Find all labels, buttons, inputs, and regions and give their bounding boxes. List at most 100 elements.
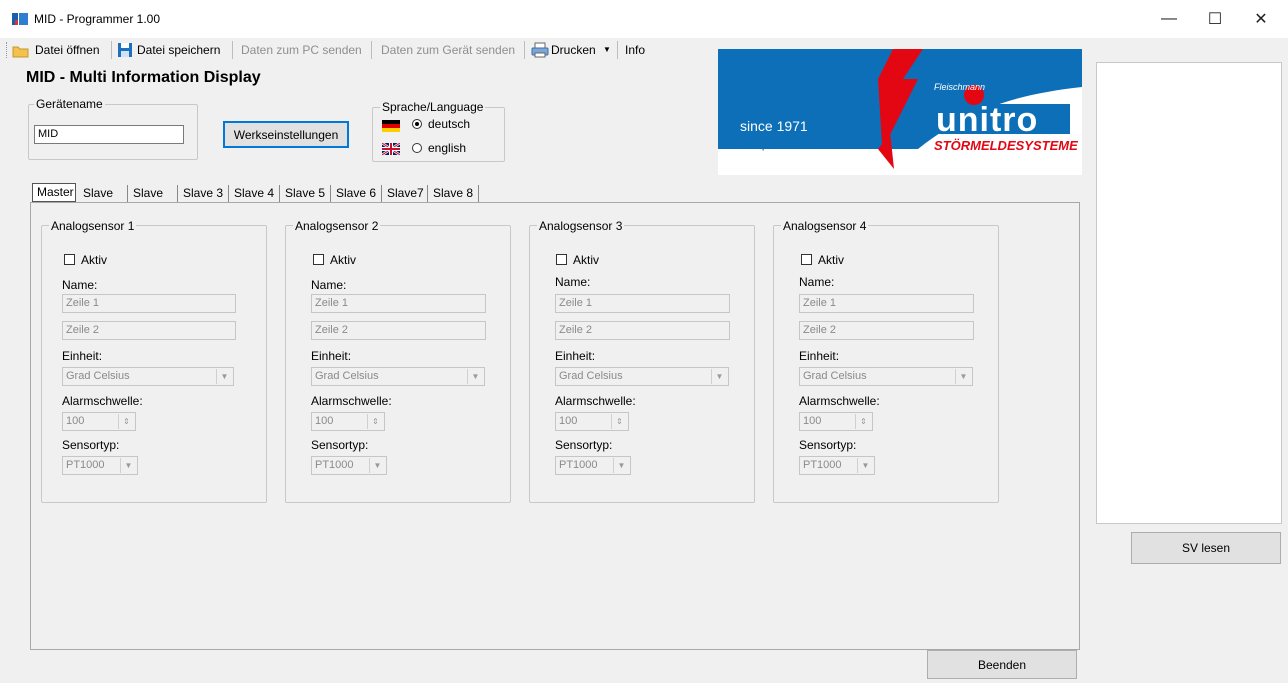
sensor-3-active-checkbox[interactable] [556,254,567,265]
tab-slave-8[interactable]: Slave 8 [429,185,479,202]
sensor-2-active-checkbox[interactable] [313,254,324,265]
sensor-4-line2-input[interactable]: Zeile 2 [799,321,974,340]
sensor-3-alarm-label: Alarmschwelle: [555,394,636,408]
logo-registered: ® [1059,88,1066,98]
deutsch-label: deutsch [428,117,471,131]
tab-slave-4[interactable]: Slave 4 [230,185,280,202]
analog-sensor-1-title: Analogsensor 1 [49,219,137,233]
logo-subbrand: STÖRMELDESYSTEME [934,138,1078,153]
toolbar-separator [232,41,233,59]
tab-master[interactable]: Master [32,183,76,202]
sensor-2-unit-select[interactable]: Grad Celsius ▼ [311,367,485,386]
sensor-2-unit-value: Grad Celsius [315,370,379,382]
sensor-3-unit-select[interactable]: Grad Celsius ▼ [555,367,729,386]
sensor-4-unit-select[interactable]: Grad Celsius ▼ [799,367,973,386]
sensor-1-line1-input[interactable]: Zeile 1 [62,294,236,313]
sensor-2-name-label: Name: [311,278,347,292]
english-radio[interactable] [412,143,422,153]
sensor-4-type-value: PT1000 [803,459,842,471]
uk-flag-icon [381,141,401,158]
close-button[interactable]: ✕ [1238,0,1284,38]
sensor-1-unit-select[interactable]: Grad Celsius ▼ [62,367,234,386]
sensor-1-type-label: Sensortyp: [62,438,120,452]
sensor-2-line1-input[interactable]: Zeile 1 [311,294,486,313]
sensor-1-alarm-label: Alarmschwelle: [62,394,143,408]
sensor-3-type-value: PT1000 [559,459,598,471]
sensor-3-unit-value: Grad Celsius [559,370,623,382]
open-file-button[interactable]: Datei öffnen [35,42,100,58]
chevron-down-icon: ▼ [467,369,483,384]
spin-icon: ⇕ [118,414,134,429]
sensor-4-alarm-label: Alarmschwelle: [799,394,880,408]
sensor-1-active-checkbox[interactable] [64,254,75,265]
sensor-3-unit-label: Einheit: [555,349,596,363]
info-button[interactable]: Info [625,42,645,58]
title-bar [0,0,1288,38]
sensor-1-line2-input[interactable]: Zeile 2 [62,321,236,340]
sensor-2-alarm-stepper[interactable]: 100 ⇕ [311,412,385,431]
floppy-icon [117,42,133,61]
sensor-2-alarm-label: Alarmschwelle: [311,394,392,408]
tab-slave-6[interactable]: Slave 6 [332,185,382,202]
sensor-4-active-checkbox[interactable] [801,254,812,265]
sensor-3-line2-input[interactable]: Zeile 2 [555,321,730,340]
sensor-4-alarm-stepper[interactable]: 100 ⇕ [799,412,873,431]
sensor-3-type-label: Sensortyp: [555,438,613,452]
toolbar-separator [524,41,525,59]
sensor-2-type-select[interactable]: PT1000 ▼ [311,456,387,475]
logo-since: since 1971 [740,118,808,134]
sensor-3-alarm-value: 100 [559,415,578,427]
logo-brand: unitro [936,101,1039,139]
logo-tagline: the power to control [740,136,855,151]
chevron-down-icon: ▼ [613,458,629,473]
right-list-panel[interactable] [1096,62,1282,524]
tab-slave-7[interactable]: Slave7 [383,185,428,202]
sensor-1-unit-label: Einheit: [62,349,103,363]
minimize-button[interactable]: — [1146,0,1192,38]
device-name-group-label: Gerätename [34,97,105,111]
page-title: MID - Multi Information Display [26,69,261,86]
deutsch-radio[interactable] [412,119,422,129]
sensor-4-alarm-value: 100 [803,415,822,427]
save-file-button[interactable]: Datei speichern [137,42,220,58]
chevron-down-icon: ▼ [603,45,611,54]
analog-sensor-4-title: Analogsensor 4 [781,219,869,233]
sensor-4-unit-value: Grad Celsius [803,370,867,382]
tab-slave-3[interactable]: Slave 3 [179,185,229,202]
sensor-4-line1-input[interactable]: Zeile 1 [799,294,974,313]
read-sv-button[interactable]: SV lesen [1131,532,1281,564]
exit-button[interactable]: Beenden [927,650,1077,679]
chevron-down-icon: ▼ [216,369,232,384]
sensor-3-alarm-stepper[interactable]: 100 ⇕ [555,412,629,431]
sensor-1-unit-value: Grad Celsius [66,370,130,382]
sensor-2-unit-label: Einheit: [311,349,352,363]
sensor-3-active-label: Aktiv [573,253,600,267]
factory-settings-button[interactable]: Werkseinstellungen [223,121,349,148]
maximize-button[interactable]: ☐ [1192,0,1238,38]
sensor-1-alarm-stepper[interactable]: 100 ⇕ [62,412,136,431]
printer-icon [531,42,549,61]
sensor-1-type-select[interactable]: PT1000 ▼ [62,456,138,475]
sensor-3-type-select[interactable]: PT1000 ▼ [555,456,631,475]
sensor-2-line2-input[interactable]: Zeile 2 [311,321,486,340]
print-dropdown[interactable]: Drucken [551,42,596,58]
send-to-device-button[interactable]: Daten zum Gerät senden [381,42,515,58]
unitro-logo: Fleischmann ® unitro since 1971 the powe… [718,49,1082,175]
sensor-4-type-select[interactable]: PT1000 ▼ [799,456,875,475]
toolbar-separator [617,41,618,59]
sensor-3-name-label: Name: [555,275,591,289]
sensor-4-unit-label: Einheit: [799,349,840,363]
spin-icon: ⇕ [855,414,871,429]
chevron-down-icon: ▼ [711,369,727,384]
sensor-3-line1-input[interactable]: Zeile 1 [555,294,730,313]
language-group-label: Sprache/Language [380,100,486,114]
window-title: MID - Programmer 1.00 [34,12,161,26]
tab-slave-5[interactable]: Slave 5 [281,185,331,202]
sensor-2-type-value: PT1000 [315,459,354,471]
toolbar-grip [6,42,8,58]
sensor-1-type-value: PT1000 [66,459,105,471]
send-to-pc-button[interactable]: Daten zum PC senden [241,42,362,58]
tab-slave-2[interactable]: Slave 2 [129,185,178,217]
tab-slave-1[interactable]: Slave 1 [79,185,128,217]
device-name-input[interactable]: MID [34,125,184,144]
